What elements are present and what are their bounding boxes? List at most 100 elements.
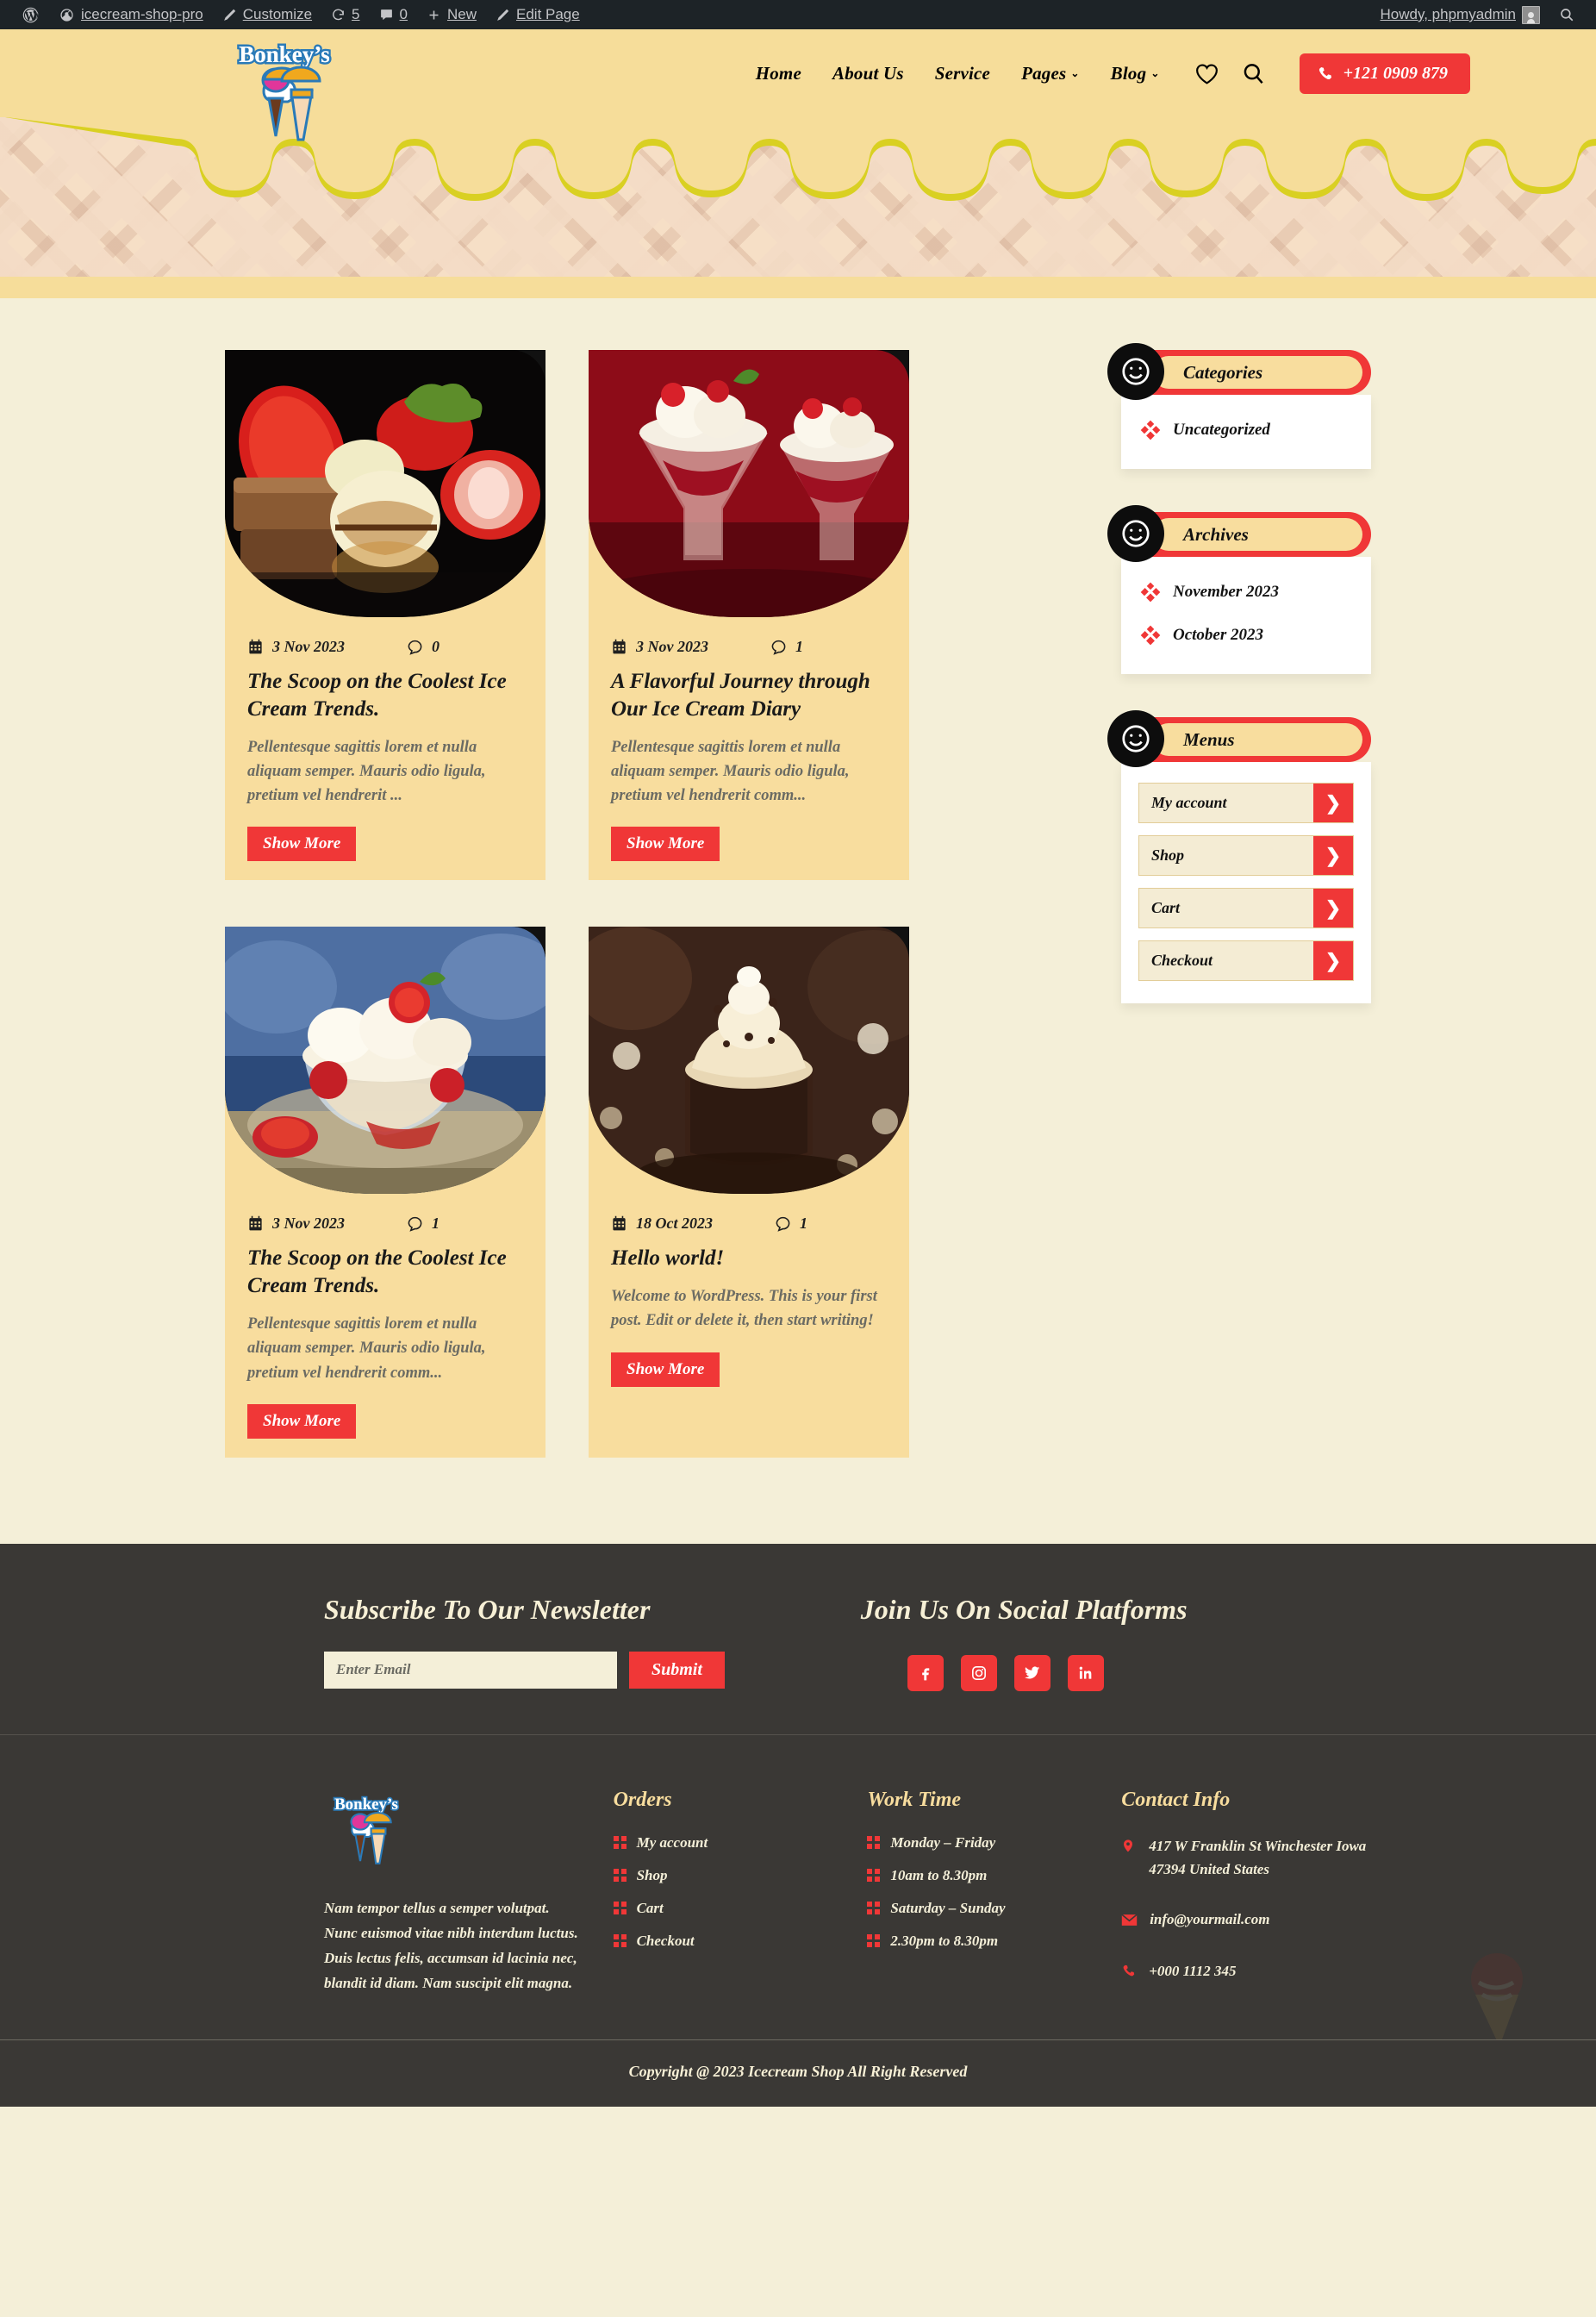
menu-row-cart[interactable]: Cart ❯ — [1138, 888, 1354, 928]
category-link-uncategorized[interactable]: Uncategorized — [1140, 420, 1352, 440]
chocolate-strawberries-image — [225, 350, 546, 617]
comment-icon — [408, 640, 422, 655]
menu-row-my-account[interactable]: My account ❯ — [1138, 783, 1354, 823]
worktime-label: 10am to 8.30pm — [890, 1866, 988, 1883]
search-icon[interactable] — [1242, 62, 1265, 85]
menu-row-checkout[interactable]: Checkout ❯ — [1138, 940, 1354, 981]
updates-count: 5 — [352, 6, 360, 22]
orders-list: My account Shop Cart Checkout — [613, 1834, 868, 1950]
berry-parfait-glasses-image — [589, 350, 909, 617]
nav-item-blog[interactable]: Blog ⌄ — [1111, 63, 1160, 84]
phone-label: +121 0909 879 — [1343, 63, 1448, 83]
footer-link-shop[interactable]: Shop — [613, 1867, 868, 1884]
list-item: Cart — [613, 1900, 868, 1917]
menu-row-label: My account — [1151, 794, 1227, 811]
widget-categories: Categories Uncategorized — [1107, 343, 1371, 469]
my-account-menu[interactable]: Howdy, phpmyadmin — [1371, 0, 1549, 29]
social-block: Join Us On Social Platforms — [821, 1594, 1375, 1691]
post-title[interactable]: A Flavorful Journey through Our Ice Crea… — [589, 656, 909, 723]
post-title[interactable]: The Scoop on the Coolest Ice Cream Trend… — [225, 656, 546, 723]
social-links — [821, 1654, 1375, 1691]
grid-bullet-icon — [613, 1869, 627, 1883]
diamond-bullet-icon — [1140, 420, 1161, 440]
footer-contact-column: Contact Info 417 W Franklin St Wincheste… — [1121, 1789, 1375, 1996]
header-icons — [1194, 62, 1265, 85]
archive-link-november-2023[interactable]: November 2023 — [1140, 582, 1352, 603]
howdy-label: Howdy, phpmyadmin — [1380, 6, 1516, 22]
post-card: 3 Nov 2023 0 The Scoop on the Coolest Ic… — [225, 350, 546, 881]
footer-column-title: Contact Info — [1121, 1788, 1231, 1811]
linkedin-icon[interactable] — [1067, 1654, 1104, 1691]
footer-link-checkout[interactable]: Checkout — [613, 1933, 868, 1950]
menu-row-shop[interactable]: Shop ❯ — [1138, 835, 1354, 876]
wishlist-heart-icon[interactable] — [1194, 62, 1219, 85]
show-more-button[interactable]: Show More — [247, 1403, 357, 1439]
archive-link-october-2023[interactable]: October 2023 — [1140, 625, 1352, 646]
twitter-icon[interactable] — [1013, 1654, 1050, 1691]
phone-icon — [1319, 66, 1331, 79]
comments-link[interactable]: 0 — [370, 0, 417, 29]
worktime-row: Saturday – Sunday — [867, 1900, 1121, 1917]
facebook-icon[interactable] — [907, 1654, 944, 1691]
new-content-link[interactable]: New — [417, 0, 486, 29]
smiley-icon — [1107, 710, 1164, 767]
site-logo[interactable]: Bonkey’s Bonkey’s — [224, 33, 345, 153]
customize-link[interactable]: Customize — [213, 0, 321, 29]
show-more-button[interactable]: Show More — [247, 827, 357, 862]
widget-body: My account ❯ Shop ❯ Cart ❯ Checkout ❯ — [1121, 762, 1371, 1003]
envelope-icon — [1121, 1908, 1138, 1934]
main-navigation: Home About Us Service Pages ⌄ Blog ⌄ — [756, 63, 1160, 84]
contact-list: 417 W Franklin St Winchester Iowa 47394 … — [1121, 1834, 1375, 1986]
wordpress-logo-icon[interactable] — [12, 0, 49, 29]
list-item: 417 W Franklin St Winchester Iowa 47394 … — [1121, 1834, 1375, 1882]
contact-phone-text: +000 1112 345 — [1149, 1963, 1237, 1980]
post-card: 18 Oct 2023 1 Hello world! Welcome to Wo… — [589, 927, 909, 1458]
footer-column-title: Work Time — [867, 1788, 962, 1811]
nav-item-home[interactable]: Home — [756, 63, 801, 84]
list-item: November 2023 — [1140, 582, 1352, 603]
edit-page-link[interactable]: Edit Page — [486, 0, 589, 29]
grid-bullet-icon — [867, 1934, 881, 1948]
footer-worktime-column: Work Time Monday – Friday 10am to 8.30pm… — [867, 1789, 1121, 1996]
show-more-button[interactable]: Show More — [611, 827, 720, 862]
location-pin-icon — [1121, 1834, 1137, 1862]
social-title: Join Us On Social Platforms — [860, 1593, 1188, 1625]
diamond-bullet-icon — [1140, 625, 1161, 646]
worktime-row: Monday – Friday — [867, 1834, 1121, 1852]
footer-link-cart[interactable]: Cart — [613, 1900, 868, 1917]
contact-address: 417 W Franklin St Winchester Iowa 47394 … — [1121, 1834, 1375, 1882]
site-name-menu[interactable]: icecream-shop-pro — [49, 0, 213, 29]
calendar-icon — [249, 639, 262, 654]
contact-phone[interactable]: +000 1112 345 — [1121, 1959, 1375, 1986]
nav-item-about-us[interactable]: About Us — [832, 63, 904, 84]
worktime-label: Monday – Friday — [890, 1833, 996, 1851]
list-item: October 2023 — [1140, 625, 1352, 646]
list-item: info@yourmail.com — [1121, 1908, 1375, 1934]
post-thumbnail[interactable] — [589, 350, 909, 617]
archive-label: October 2023 — [1173, 626, 1264, 644]
phone-button[interactable]: +121 0909 879 — [1299, 53, 1470, 94]
post-thumbnail[interactable] — [225, 350, 546, 617]
worktime-row: 10am to 8.30pm — [867, 1867, 1121, 1884]
search-icon[interactable] — [1549, 0, 1584, 29]
post-title[interactable]: The Scoop on the Coolest Ice Cream Trend… — [225, 1233, 546, 1300]
post-date-label: 3 Nov 2023 — [272, 1215, 345, 1233]
category-list: Uncategorized — [1140, 420, 1352, 440]
sidebar: Categories Uncategorized Archives Novemb… — [1107, 343, 1371, 1003]
contact-email[interactable]: info@yourmail.com — [1121, 1908, 1375, 1934]
contact-email-text: info@yourmail.com — [1150, 1910, 1270, 1927]
widget-archives: Archives November 2023 October 2023 — [1107, 505, 1371, 674]
grid-bullet-icon — [867, 1902, 881, 1915]
email-input[interactable] — [324, 1651, 617, 1689]
instagram-icon[interactable] — [960, 1654, 997, 1691]
post-thumbnail[interactable] — [589, 927, 909, 1195]
nav-item-service[interactable]: Service — [935, 63, 990, 84]
footer-link-my-account[interactable]: My account — [613, 1834, 868, 1852]
submit-button[interactable]: Submit — [629, 1651, 725, 1689]
footer-logo-icon[interactable]: Bonkey’s Bonkey’s — [324, 1789, 408, 1873]
nav-item-pages[interactable]: Pages ⌄ — [1021, 63, 1080, 84]
post-thumbnail[interactable] — [225, 927, 546, 1195]
post-title[interactable]: Hello world! — [589, 1233, 909, 1272]
updates-link[interactable]: 5 — [321, 0, 369, 29]
show-more-button[interactable]: Show More — [611, 1352, 720, 1387]
